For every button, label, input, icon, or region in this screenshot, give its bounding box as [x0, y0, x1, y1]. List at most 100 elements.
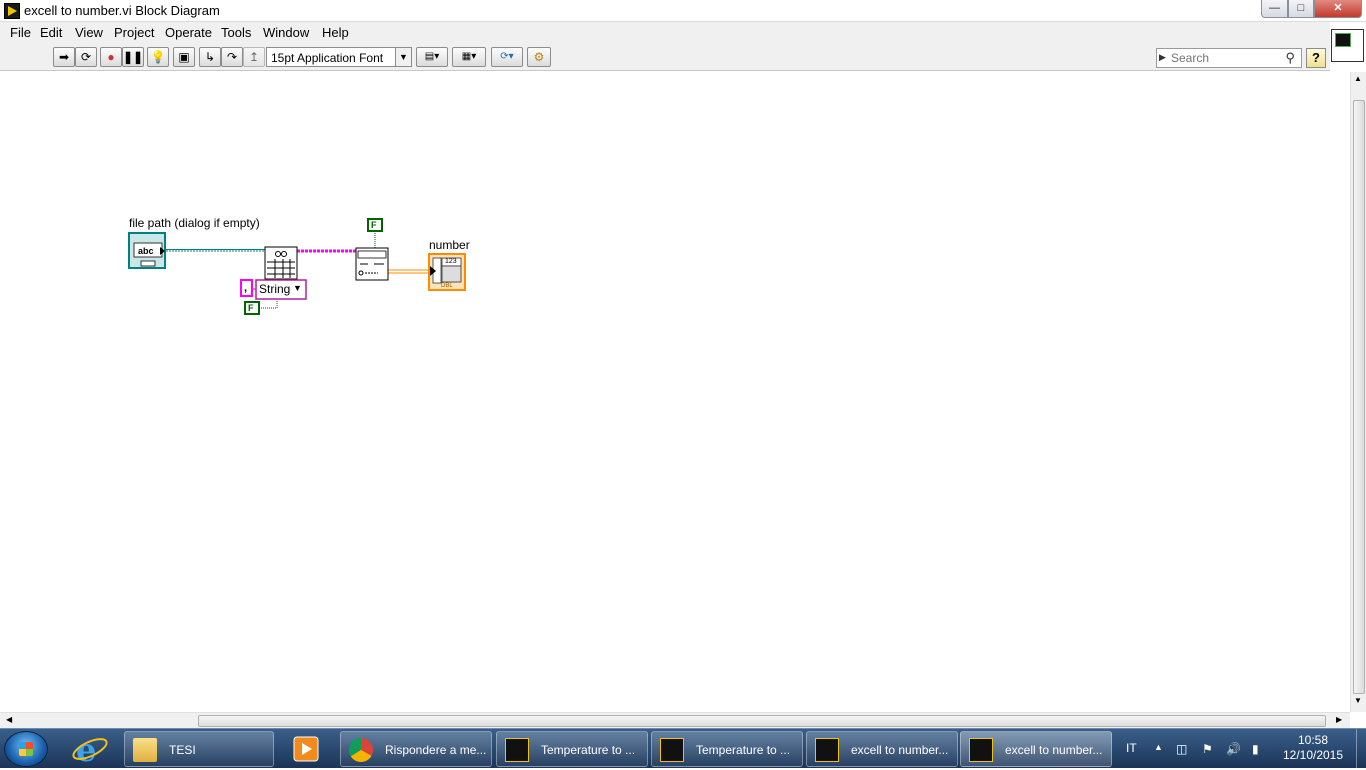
labview-icon [660, 738, 684, 762]
step-over-button[interactable]: ↷ [221, 47, 243, 67]
taskbar: e TESI Rispondere a me... Temperature to… [0, 728, 1366, 769]
labview-icon [505, 738, 529, 762]
show-desktop-button[interactable] [1356, 729, 1366, 769]
vertical-scroll-thumb[interactable] [1353, 100, 1365, 694]
step-out-icon: ↥ [248, 50, 260, 64]
scroll-up-icon[interactable]: ▲ [1354, 74, 1362, 83]
taskbar-item-labview-2[interactable]: Temperature to ... [651, 731, 803, 767]
taskbar-item-chrome[interactable]: Rispondere a me... [340, 731, 492, 767]
probe-icon: ▣ [178, 50, 190, 64]
scroll-down-icon[interactable]: ▼ [1354, 696, 1362, 705]
internet-explorer-icon: e [72, 731, 108, 769]
step-out-button[interactable]: ↥ [243, 47, 265, 67]
language-indicator[interactable]: IT [1126, 741, 1137, 755]
index-array-function[interactable] [355, 247, 389, 281]
menu-file[interactable]: File [10, 25, 31, 40]
pause-button[interactable]: ❚❚ [122, 47, 144, 67]
menu-edit[interactable]: Edit [40, 25, 62, 40]
bool-wire-bottom[interactable] [259, 300, 278, 309]
font-select[interactable]: 15pt Application Font ▼ [266, 47, 412, 67]
taskbar-item-label: TESI [169, 743, 196, 757]
chrome-icon [349, 738, 373, 762]
run-arrow-icon: ➡ [58, 50, 70, 64]
taskbar-item-tesi[interactable]: TESI [124, 731, 274, 767]
media-player-icon [293, 736, 319, 762]
path-control-abc: abc [138, 246, 154, 256]
retain-wire-values-button[interactable]: ▣ [173, 47, 195, 67]
search-input[interactable] [1171, 50, 1281, 66]
search-expand-icon[interactable]: ▶ [1159, 52, 1166, 63]
network-error-icon[interactable]: ◫ [1176, 742, 1187, 756]
taskbar-item-label: excell to number... [851, 743, 949, 757]
string-type-chevron-down-icon[interactable]: ▼ [293, 283, 302, 293]
scroll-left-icon[interactable]: ◀ [6, 715, 12, 724]
svg-text:e: e [76, 731, 96, 767]
search-box: ▶ ⚲ [1156, 48, 1302, 68]
clean-up-diagram-button[interactable]: ⚙ [527, 47, 551, 67]
signal-icon[interactable]: ▮ [1252, 742, 1259, 756]
scroll-right-icon[interactable]: ▶ [1336, 715, 1342, 724]
vertical-scrollbar[interactable]: ▲ ▼ [1350, 72, 1366, 712]
media-player-pin[interactable] [282, 731, 332, 767]
false-constant-bottom-text: F [248, 303, 254, 313]
minimize-button[interactable]: — [1261, 0, 1288, 18]
reorder-button[interactable]: ⟳▾ [491, 47, 523, 67]
number-indicator-label[interactable]: number [429, 238, 470, 252]
vi-icon[interactable] [1331, 29, 1364, 62]
action-center-flag-icon[interactable]: ⚑ [1202, 742, 1213, 756]
pause-icon: ❚❚ [123, 50, 144, 64]
title-bar: excell to number.vi Block Diagram — □ ✕ [0, 0, 1366, 22]
delimiter-value: , [244, 282, 248, 294]
taskbar-item-label: Rispondere a me... [385, 743, 487, 757]
taskbar-item-labview-3[interactable]: excell to number... [806, 731, 958, 767]
clock[interactable]: 10:58 12/10/2015 [1278, 733, 1348, 763]
stop-icon: ● [107, 50, 115, 64]
align-icon: ▤▾ [424, 51, 440, 62]
menu-operate[interactable]: Operate [165, 25, 212, 40]
step-over-icon: ↷ [226, 50, 238, 64]
path-control-label[interactable]: file path (dialog if empty) [129, 216, 260, 230]
align-objects-button[interactable]: ▤▾ [416, 47, 448, 67]
start-button[interactable] [4, 731, 48, 767]
font-select-value: 15pt Application Font [271, 51, 384, 65]
maximize-button[interactable]: □ [1288, 0, 1314, 18]
read-spreadsheet-function[interactable] [264, 246, 298, 280]
horizontal-scroll-thumb[interactable] [198, 715, 1326, 727]
string-type-value[interactable]: String [259, 282, 290, 296]
labview-icon [815, 738, 839, 762]
number-indicator-123: 123 [445, 258, 457, 265]
context-help-button[interactable]: ? [1306, 48, 1326, 68]
taskbar-item-labview-4[interactable]: excell to number... [960, 731, 1112, 767]
lightbulb-icon: 💡 [150, 50, 166, 64]
step-into-button[interactable]: ↳ [199, 47, 221, 67]
block-diagram-canvas[interactable]: file path (dialog if empty) number abc S… [0, 72, 1350, 712]
false-constant-top-text: F [371, 220, 377, 230]
internet-explorer-pin[interactable]: e [60, 731, 120, 769]
clock-date: 12/10/2015 [1282, 748, 1344, 762]
show-hidden-icons-icon[interactable]: ▲ [1154, 742, 1163, 752]
menu-bar: File Edit View Project Operate Tools Win… [0, 22, 1330, 43]
system-tray: IT ▲ ◫ ⚑ 🔊 ▮ 10:58 12/10/2015 [1118, 729, 1366, 769]
run-button[interactable]: ➡ [53, 47, 75, 67]
distribute-objects-button[interactable]: ▦▾ [452, 47, 486, 67]
vi-icon-graphic [1335, 33, 1351, 47]
labview-icon [969, 738, 993, 762]
distribute-icon: ▦▾ [461, 51, 477, 62]
taskbar-item-label: Temperature to ... [696, 743, 791, 757]
menu-project[interactable]: Project [114, 25, 154, 40]
menu-tools[interactable]: Tools [221, 25, 251, 40]
menu-help[interactable]: Help [322, 25, 349, 40]
volume-icon[interactable]: 🔊 [1226, 742, 1241, 756]
taskbar-item-labview-1[interactable]: Temperature to ... [496, 731, 648, 767]
taskbar-item-label: Temperature to ... [541, 743, 636, 757]
search-icon[interactable]: ⚲ [1285, 50, 1295, 66]
run-continuously-button[interactable]: ⟳ [75, 47, 97, 67]
highlight-execution-button[interactable]: 💡 [147, 47, 169, 67]
horizontal-scrollbar[interactable]: ◀ ▶ [0, 712, 1350, 728]
menu-window[interactable]: Window [263, 25, 309, 40]
number-indicator-dbl: DBL [441, 283, 453, 289]
close-button[interactable]: ✕ [1314, 0, 1362, 18]
abort-button[interactable]: ● [100, 47, 122, 67]
menu-view[interactable]: View [75, 25, 103, 40]
labview-app-icon[interactable] [4, 3, 20, 19]
